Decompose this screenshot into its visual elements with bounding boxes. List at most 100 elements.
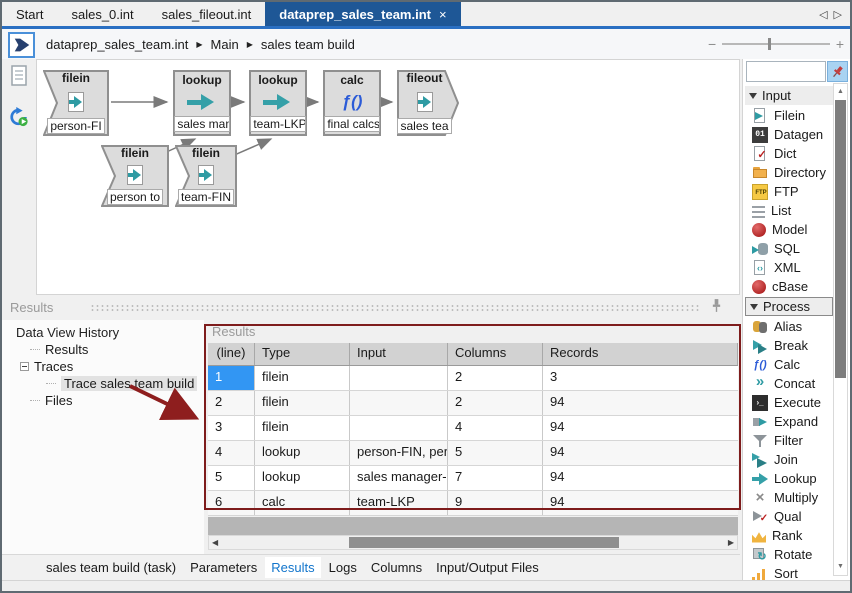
scroll-down-icon[interactable]: ▼ (834, 561, 847, 573)
palette-item-break[interactable]: Break (745, 336, 833, 355)
hscroll-thumb[interactable] (349, 537, 619, 548)
notes-icon[interactable] (9, 65, 29, 87)
splitter-grip[interactable] (90, 304, 700, 312)
breadcrumb-separator-icon: ▶ (247, 40, 253, 49)
pin-panel-icon[interactable] (711, 298, 722, 313)
tab-columns[interactable]: Columns (365, 557, 428, 578)
table-row[interactable]: 6 calc team-LKP 9 94 (208, 491, 738, 516)
palette-item-sql[interactable]: SQL (745, 239, 833, 258)
alias-masks-icon (752, 319, 768, 335)
node-lookup-sales-man[interactable]: lookup sales man (173, 70, 231, 136)
palette-item-calc[interactable]: ƒ()Calc (745, 355, 833, 374)
close-tab-icon[interactable]: × (439, 7, 447, 22)
filter-funnel-icon (752, 433, 768, 449)
node-filein-person-fi[interactable]: filein person-FI (43, 70, 109, 136)
node-lookup-team-lkp[interactable]: lookup team-LKP (249, 70, 307, 136)
folder-icon (752, 165, 768, 181)
run-history-icon[interactable] (9, 106, 29, 128)
bottom-tab-bar: sales team build (task) Parameters Resul… (2, 554, 740, 580)
palette-item-dict[interactable]: ✓Dict (745, 144, 833, 163)
table-row[interactable]: 3 filein 4 94 (208, 416, 738, 441)
palette-item-rank[interactable]: Rank (745, 526, 833, 545)
tab-scroll-left-icon[interactable]: ◁ (819, 8, 827, 21)
palette-item-rotate[interactable]: ↻Rotate (745, 545, 833, 564)
palette-item-alias[interactable]: Alias (745, 317, 833, 336)
palette-pin-button[interactable] (827, 61, 848, 82)
palette-item-expand[interactable]: Expand (745, 412, 833, 431)
zoom-out-icon[interactable]: − (708, 36, 716, 52)
scroll-left-icon[interactable]: ◀ (212, 536, 218, 549)
palette-item-directory[interactable]: Directory (745, 163, 833, 182)
tab-scroll-right-icon[interactable]: ▷ (834, 8, 842, 21)
run-button[interactable] (8, 32, 35, 58)
tab-sales-team-build-task[interactable]: sales team build (task) (40, 557, 182, 578)
tree-item-results[interactable]: Results (30, 341, 88, 357)
tab-results[interactable]: Results (265, 557, 320, 578)
palette-item-join[interactable]: Join (745, 450, 833, 469)
column-header-records[interactable]: Records (543, 343, 738, 365)
column-header-type[interactable]: Type (255, 343, 350, 365)
left-toolbar-rail (2, 59, 36, 295)
rotate-icon: ↻ (752, 547, 768, 563)
palette-item-xml[interactable]: ‹›XML (745, 258, 833, 277)
flow-canvas[interactable]: filein person-FI lookup sales man lookup… (36, 59, 740, 295)
column-header-line[interactable]: (line) (208, 343, 255, 365)
column-header-columns[interactable]: Columns (448, 343, 543, 365)
palette-section-process[interactable]: Process (745, 297, 833, 316)
tab-start[interactable]: Start (2, 2, 57, 26)
tab-dataprep-sales-team[interactable]: dataprep_sales_team.int × (265, 2, 460, 26)
palette-scrollbar[interactable]: ▲ ▼ (833, 83, 848, 576)
tab-input-output-files[interactable]: Input/Output Files (430, 557, 545, 578)
collapse-minus-icon[interactable] (20, 362, 29, 371)
tree-item-traces[interactable]: Traces (20, 358, 73, 374)
filein-icon (752, 108, 768, 124)
palette-item-filter[interactable]: Filter (745, 431, 833, 450)
node-filein-person-to[interactable]: filein person to (101, 145, 169, 207)
tree-item-files[interactable]: Files (30, 392, 72, 408)
table-row[interactable]: 5 lookup sales manager-L... 7 94 (208, 466, 738, 491)
node-filein-team-fin[interactable]: filein team-FIN (175, 145, 237, 207)
palette-item-concat[interactable]: »Concat (745, 374, 833, 393)
tab-sales-0[interactable]: sales_0.int (57, 2, 147, 26)
breadcrumb-main[interactable]: Main (211, 37, 239, 52)
table-row[interactable]: 2 filein 2 94 (208, 391, 738, 416)
palette-item-execute[interactable]: ›_Execute (745, 393, 833, 412)
palette-item-ftp[interactable]: FTPFTP (745, 182, 833, 201)
tab-logs[interactable]: Logs (323, 557, 363, 578)
zoom-in-icon[interactable]: + (836, 36, 844, 52)
zoom-slider-thumb[interactable] (768, 38, 771, 50)
palette-item-datagen[interactable]: 01Datagen (745, 125, 833, 144)
lookup-icon (187, 93, 217, 110)
palette-search-input[interactable] (746, 61, 826, 82)
palette-scrollbar-thumb[interactable] (835, 100, 846, 378)
palette-item-cbase[interactable]: cBase (745, 277, 833, 296)
tab-sales-fileout[interactable]: sales_fileout.int (148, 2, 266, 26)
app-window: Start sales_0.int sales_fileout.int data… (0, 0, 852, 593)
pushpin-icon (828, 62, 847, 81)
zoom-slider-track[interactable] (722, 43, 830, 45)
breadcrumb-file[interactable]: dataprep_sales_team.int (46, 37, 188, 52)
node-calc-final-calcs[interactable]: calc ƒ() final calcs (323, 70, 381, 136)
tab-parameters[interactable]: Parameters (184, 557, 263, 578)
results-horizontal-scrollbar[interactable]: ◀ ▶ (208, 535, 738, 550)
xml-icon: ‹› (752, 260, 768, 276)
breadcrumb-task[interactable]: sales team build (261, 37, 355, 52)
scroll-right-icon[interactable]: ▶ (728, 536, 734, 549)
column-header-input[interactable]: Input (350, 343, 448, 365)
data-view-history-panel: Data View History Results Traces Trace s… (2, 320, 204, 554)
tree-item-trace-sales-team-build[interactable]: Trace sales team build (46, 375, 197, 391)
table-row[interactable]: 4 lookup person-FIN, pers... 5 94 (208, 441, 738, 466)
palette-item-list[interactable]: List (745, 201, 833, 220)
node-fileout-sales-tea[interactable]: fileout sales tea (397, 70, 459, 136)
palette-item-qual[interactable]: ✓Qual (745, 507, 833, 526)
palette-item-lookup[interactable]: Lookup (745, 469, 833, 488)
palette-section-input[interactable]: Input (745, 86, 833, 105)
palette-item-model[interactable]: Model (745, 220, 833, 239)
scroll-up-icon[interactable]: ▲ (834, 86, 847, 98)
calc-icon: ƒ() (752, 357, 768, 373)
table-row[interactable]: 1 filein 2 3 (208, 366, 738, 391)
results-splitter[interactable]: Results (2, 295, 740, 320)
selected-cell[interactable]: 1 (208, 366, 255, 390)
palette-item-filein[interactable]: Filein (745, 106, 833, 125)
palette-item-multiply[interactable]: ×Multiply (745, 488, 833, 507)
